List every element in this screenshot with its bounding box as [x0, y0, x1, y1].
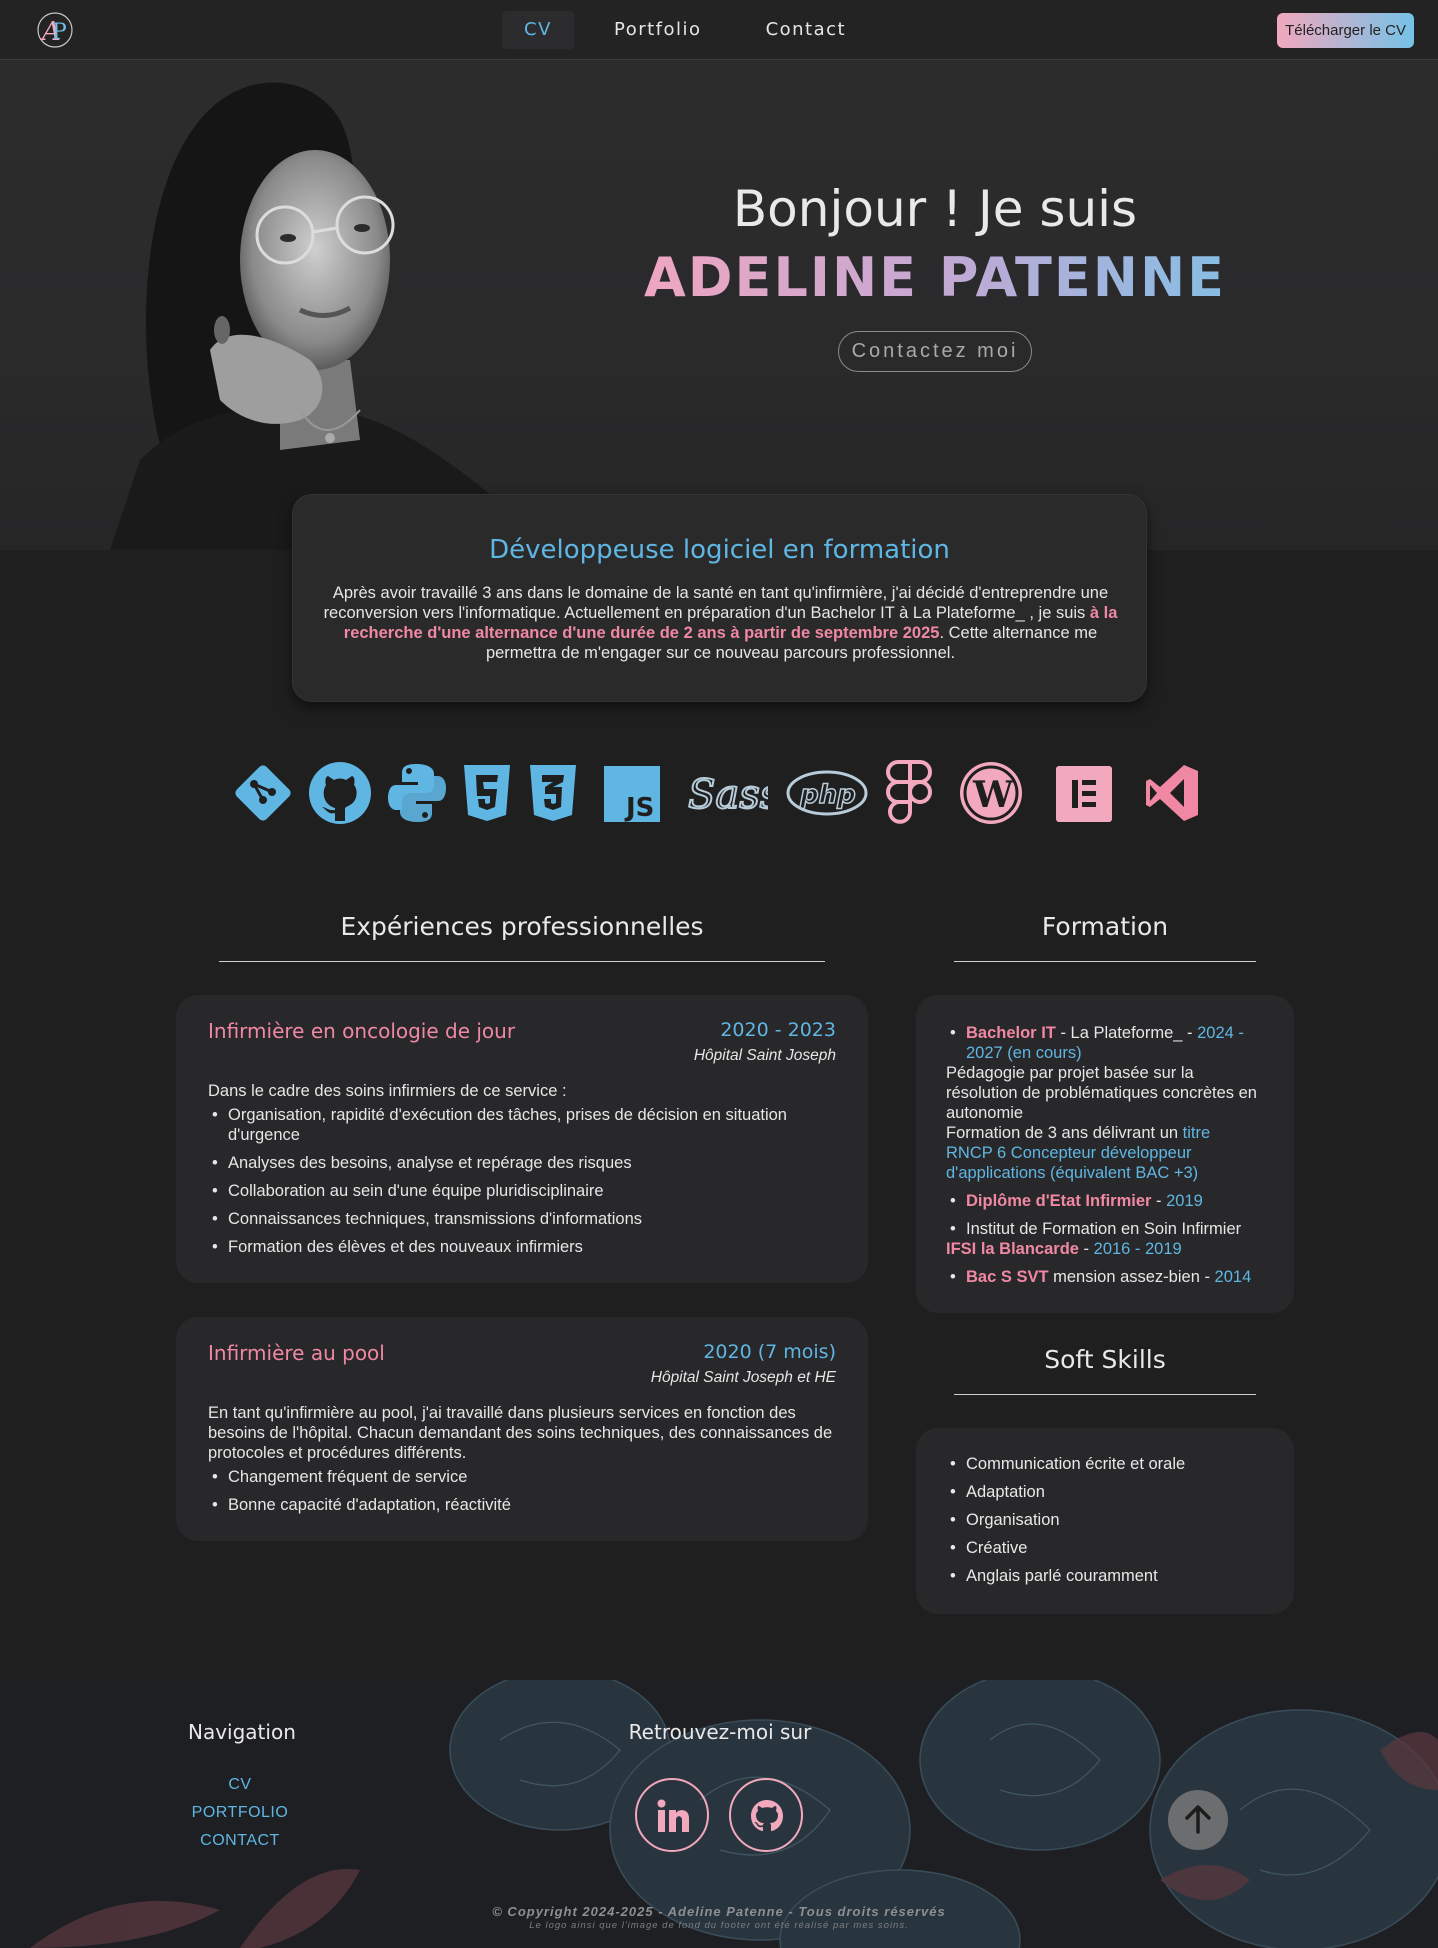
formation-list: Bachelor IT - La Plateforme_ - 2024 - 20… [946, 1023, 1261, 1295]
formation-school: IFSI la Blancarde - 2016 - 2019 [946, 1240, 1182, 1258]
list-item: Changement fréquent de service [208, 1467, 838, 1487]
formation-rule [954, 961, 1256, 962]
list-item: Bonne capacité d'adaptation, réactivité [208, 1495, 838, 1515]
intro-title: Développeuse logiciel en formation [489, 535, 950, 565]
job-description: Dans le cadre des soins infirmiers de ce… [208, 1081, 838, 1265]
intro-card: Développeuse logiciel en formation Après… [292, 494, 1147, 702]
footer-social-title: Retrouvez-moi sur [628, 1720, 812, 1744]
footer-credit-text: Le logo ainsi que l'image de fond du foo… [529, 1920, 909, 1931]
list-item: Adaptation [946, 1482, 1185, 1502]
list-item: Anglais parlé couramment [946, 1566, 1185, 1586]
list-item: Créative [946, 1538, 1185, 1558]
svg-text:php: php [799, 780, 856, 810]
list-item: Formation des élèves et des nouveaux inf… [208, 1237, 838, 1257]
svg-text:Sass: Sass [688, 772, 768, 818]
github-icon [751, 1800, 783, 1831]
intro-text: Après avoir travaillé 3 ans dans le doma… [323, 584, 1118, 662]
soft-skills-title: Soft Skills [1044, 1345, 1166, 1374]
php-icon: php [786, 770, 868, 816]
job-title: Infirmière en oncologie de jour [208, 1019, 516, 1043]
list-item: Bac S SVT mension assez-bien - 2014 [946, 1267, 1261, 1287]
footer-nav-title: Navigation [188, 1720, 296, 1744]
portrait-photo [110, 82, 560, 550]
nav-contact[interactable]: Contact [766, 11, 847, 49]
html5-icon [464, 765, 510, 821]
hero-name: ADELINE PATENNE [630, 246, 1240, 309]
job-place: Hôpital Saint Joseph [693, 1047, 836, 1064]
soft-skills-card: Communication écrite et orale Adaptation… [916, 1428, 1294, 1614]
figma-icon [886, 760, 932, 824]
ap-logo-icon[interactable]: A P [36, 11, 74, 49]
list-item: Collaboration au sein d'une équipe pluri… [208, 1181, 838, 1201]
list-item: Organisation [946, 1510, 1185, 1530]
wordpress-icon: W [960, 762, 1022, 824]
vscode-icon [1146, 765, 1198, 821]
job-date: 2020 - 2023 [720, 1019, 836, 1041]
soft-skills-list: Communication écrite et orale Adaptation… [946, 1454, 1185, 1594]
tech-stack: JS Sass php W [232, 760, 1207, 830]
css3-icon [530, 765, 576, 821]
arrow-up-icon [1185, 1805, 1211, 1834]
linkedin-icon [657, 1799, 689, 1832]
formation-card: Bachelor IT - La Plateforme_ - 2024 - 20… [916, 995, 1294, 1313]
top-navbar: A P CV Portfolio Contact Télécharger le … [0, 0, 1438, 60]
download-cv-button[interactable]: Télécharger le CV [1277, 13, 1414, 48]
job-title: Infirmière au pool [208, 1341, 385, 1365]
list-item: Institut de Formation en Soin Infirmier [946, 1219, 1261, 1239]
job-card: Infirmière au pool 2020 (7 mois) Hôpital… [176, 1317, 868, 1541]
list-item: Bachelor IT - La Plateforme_ - 2024 - 20… [946, 1023, 1261, 1063]
copyright-text: © Copyright 2024-2025 - Adeline Patenne … [492, 1904, 946, 1919]
sass-icon: Sass [688, 771, 768, 819]
javascript-icon: JS [604, 766, 660, 823]
job-date: 2020 (7 mois) [703, 1341, 836, 1363]
svg-text:JS: JS [624, 793, 654, 823]
contact-me-button[interactable]: Contactez moi [838, 331, 1032, 372]
nav-cv[interactable]: CV [502, 11, 574, 49]
list-item: Diplôme d'Etat Infirmier - 2019 [946, 1191, 1261, 1211]
elementor-icon [1056, 766, 1112, 822]
github-button[interactable] [729, 1778, 803, 1852]
svg-text:P: P [52, 20, 67, 45]
job-card: Infirmière en oncologie de jour 2020 - 2… [176, 995, 868, 1283]
hero-section: Bonjour ! Je suis ADELINE PATENNE Contac… [0, 60, 1438, 550]
footer-link-cv[interactable]: CV [160, 1776, 320, 1794]
list-item: Connaissances techniques, transmissions … [208, 1209, 838, 1229]
github-icon [309, 762, 371, 824]
linkedin-button[interactable] [635, 1778, 709, 1852]
formation-description: Pédagogie par projet basée sur la résolu… [946, 1064, 1257, 1182]
job-description: En tant qu'infirmière au pool, j'ai trav… [208, 1403, 838, 1523]
list-item: Analyses des besoins, analyse et repérag… [208, 1153, 838, 1173]
footer-link-portfolio[interactable]: PORTFOLIO [160, 1804, 320, 1822]
footer: Navigation CV PORTFOLIO CONTACT Retrouve… [0, 1680, 1438, 1948]
svg-text:W: W [972, 774, 1014, 816]
git-icon [235, 765, 291, 821]
job-place: Hôpital Saint Joseph et HE [650, 1369, 836, 1386]
list-item: Organisation, rapidité d'exécution des t… [208, 1105, 838, 1145]
hero-greeting: Bonjour ! Je suis [732, 180, 1138, 238]
formation-title: Formation [1041, 912, 1169, 941]
footer-link-contact[interactable]: CONTACT [160, 1832, 320, 1850]
python-icon [388, 764, 446, 822]
experiences-rule [219, 961, 825, 962]
soft-skills-rule [954, 1394, 1256, 1395]
experiences-title: Expériences professionnelles [340, 912, 704, 941]
main-nav: CV Portfolio Contact [502, 11, 846, 49]
scroll-to-top-button[interactable] [1168, 1790, 1228, 1850]
list-item: Communication écrite et orale [946, 1454, 1185, 1474]
nav-portfolio[interactable]: Portfolio [614, 11, 702, 49]
